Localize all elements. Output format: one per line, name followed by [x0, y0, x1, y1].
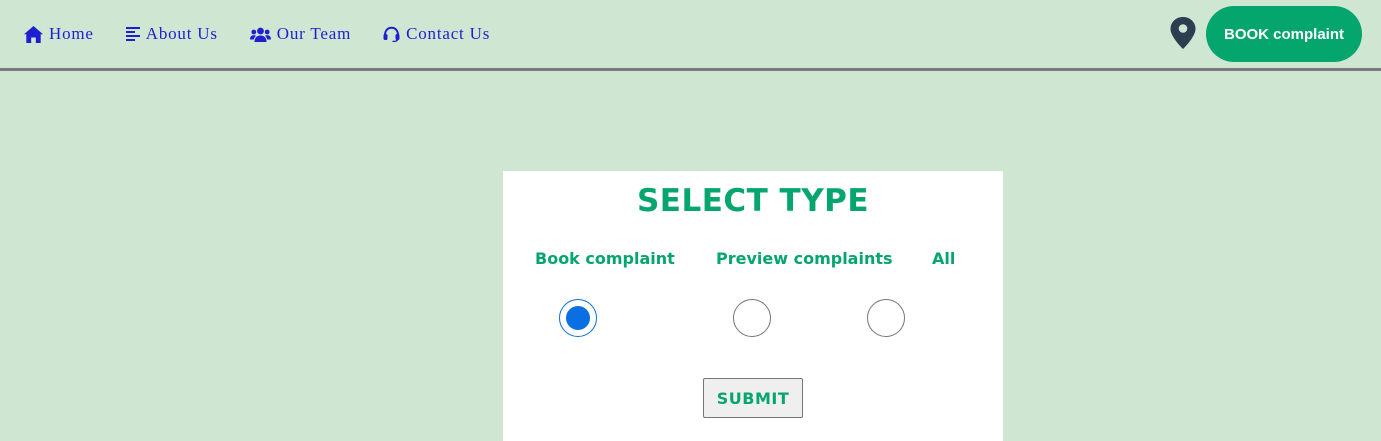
- nav-home-label: Home: [49, 24, 94, 43]
- align-left-icon: [125, 27, 140, 41]
- navbar: Home About Us Our Team Contact Us BOOK c…: [0, 0, 1381, 71]
- radio-book-complaint[interactable]: [559, 299, 597, 337]
- book-complaint-button[interactable]: BOOK complaint: [1206, 6, 1362, 62]
- nav-about-label: About Us: [145, 24, 218, 43]
- radio-preview-complaints[interactable]: [733, 299, 771, 337]
- home-icon: [24, 25, 43, 43]
- option-label-book: Book complaint: [535, 249, 675, 268]
- nav-contact-link[interactable]: Contact Us: [383, 24, 490, 44]
- nav-links: Home About Us Our Team Contact Us: [24, 0, 490, 68]
- radio-all[interactable]: [867, 299, 905, 337]
- nav-home-link[interactable]: Home: [24, 24, 94, 44]
- users-icon: [249, 27, 271, 42]
- select-type-card: SELECT TYPE Book complaint Preview compl…: [503, 171, 1003, 441]
- option-label-all: All: [932, 249, 956, 268]
- headset-icon: [383, 26, 400, 42]
- page-title: SELECT TYPE: [636, 183, 870, 219]
- map-pin-icon[interactable]: [1170, 17, 1196, 49]
- nav-about-link[interactable]: About Us: [125, 24, 218, 44]
- option-label-preview: Preview complaints: [716, 249, 893, 268]
- submit-button[interactable]: SUBMIT: [703, 378, 803, 418]
- nav-team-link[interactable]: Our Team: [249, 24, 352, 44]
- nav-contact-label: Contact Us: [406, 24, 491, 43]
- nav-team-label: Our Team: [276, 24, 352, 43]
